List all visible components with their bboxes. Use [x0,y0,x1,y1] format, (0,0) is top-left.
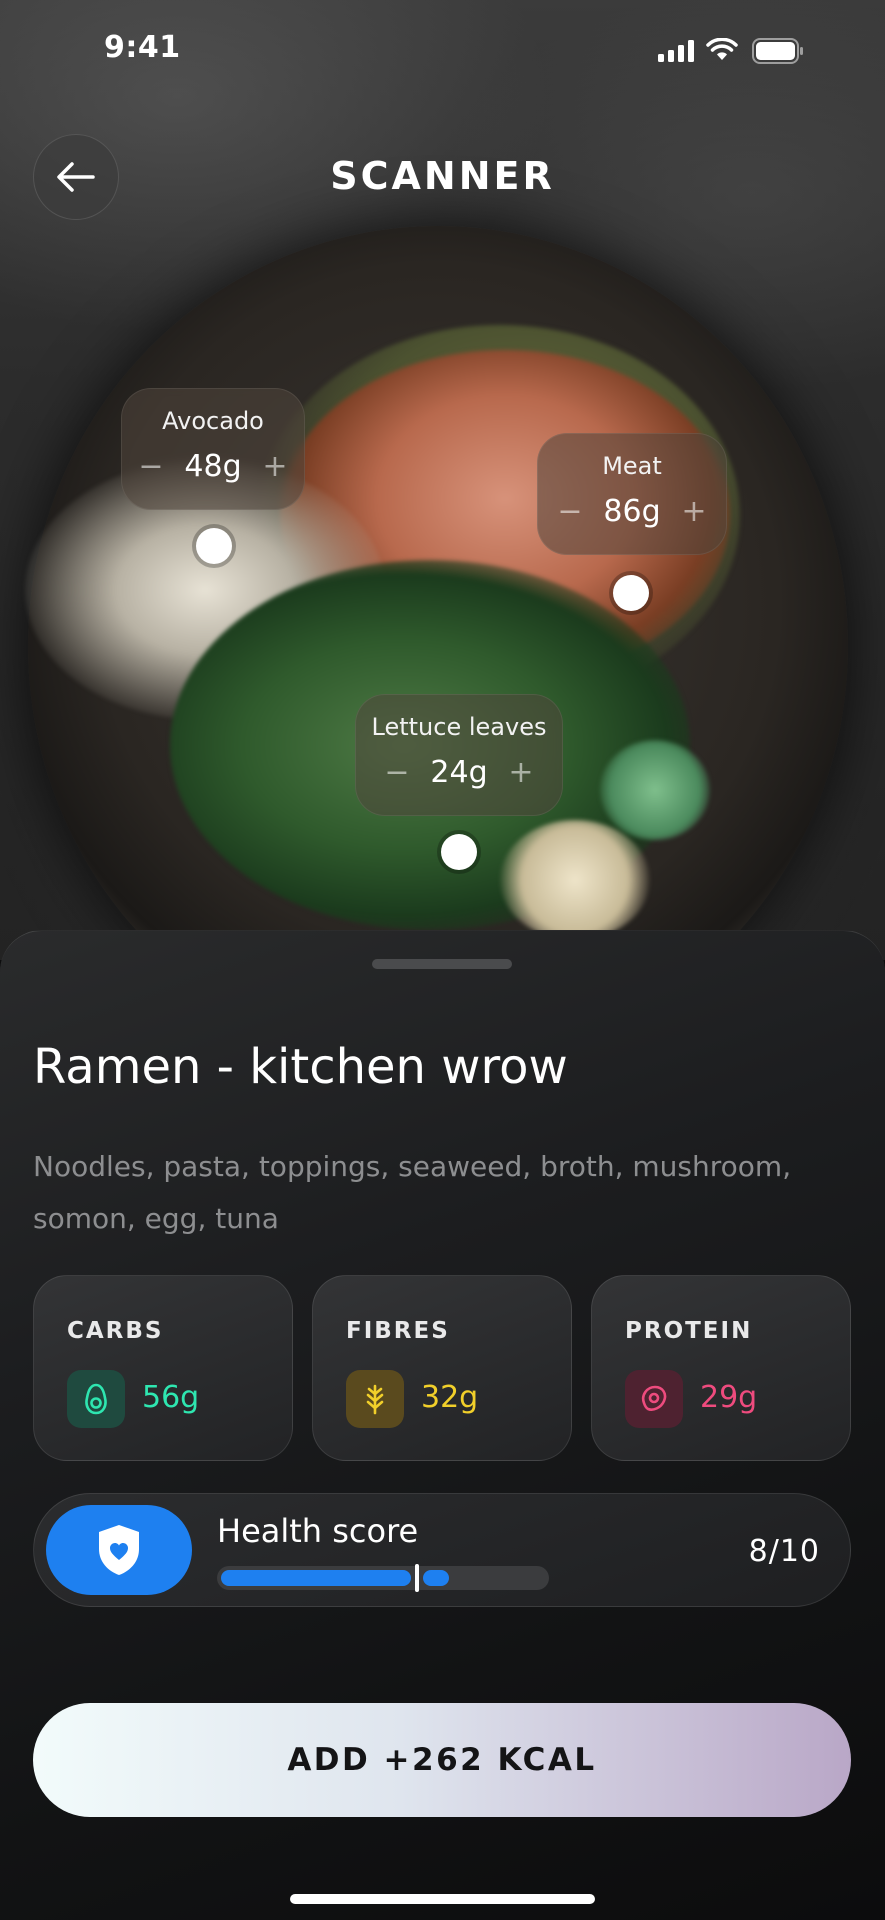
macro-label: FIBRES [346,1318,450,1344]
avocado-icon [67,1370,125,1428]
status-time: 9:41 [104,30,181,65]
ingredient-amount: 24g [430,755,488,790]
ingredient-marker-lettuce[interactable] [441,834,477,870]
page-title: SCANNER [330,154,555,198]
macro-card-fibres[interactable]: FIBRES 32g [312,1275,572,1461]
macros-row: CARBS 56g FIBRES 32g PROTEIN 29g [33,1275,851,1461]
ingredient-marker-meat[interactable] [613,575,649,611]
status-bar: 9:41 [0,0,885,100]
ingredient-amount: 48g [184,449,242,484]
health-score-label: Health score [217,1512,419,1550]
dish-title: Ramen - kitchen wrow [33,1039,568,1095]
ingredient-tag-lettuce[interactable]: Lettuce leaves − 24g + [355,694,563,816]
increase-button[interactable]: + [253,449,297,484]
macro-card-carbs[interactable]: CARBS 56g [33,1275,293,1461]
macro-label: PROTEIN [625,1318,753,1344]
shield-heart-icon [46,1505,192,1595]
add-calories-button[interactable]: ADD +262 KCAL [33,1703,851,1817]
wheat-icon [346,1370,404,1428]
macro-amount: 56g [142,1380,200,1415]
ingredient-amount: 86g [603,494,661,529]
increase-button[interactable]: + [499,755,543,790]
decrease-button[interactable]: − [375,755,419,790]
ingredient-tag-meat[interactable]: Meat − 86g + [537,433,727,555]
health-score-marker [415,1564,419,1592]
sheet-handle[interactable] [372,959,512,969]
ingredient-name: Meat [602,452,662,480]
macro-card-protein[interactable]: PROTEIN 29g [591,1275,851,1461]
macro-amount: 32g [421,1380,479,1415]
increase-button[interactable]: + [672,494,716,529]
wifi-icon [706,38,738,60]
meat-icon [625,1370,683,1428]
macro-amount: 29g [700,1380,758,1415]
health-score-fill-end [423,1570,449,1586]
dish-description: Noodles, pasta, toppings, seaweed, broth… [33,1150,792,1235]
health-score-fill [221,1570,411,1586]
cellular-signal-icon [658,40,694,62]
ingredient-name: Lettuce leaves [371,713,547,741]
decrease-button[interactable]: − [548,494,592,529]
decrease-button[interactable]: − [129,449,173,484]
health-score-card[interactable]: Health score 8/10 [33,1493,851,1607]
details-sheet: Ramen - kitchen wrow Noodles, pasta, top… [0,930,885,1920]
ingredient-name: Avocado [162,407,264,435]
ingredient-tag-avocado[interactable]: Avocado − 48g + [121,388,305,510]
macro-label: CARBS [67,1318,164,1344]
home-indicator[interactable] [290,1894,595,1904]
health-score-bar [217,1564,549,1592]
ingredient-marker-avocado[interactable] [196,528,232,564]
battery-icon [752,38,803,64]
health-score-value: 8/10 [748,1534,820,1569]
